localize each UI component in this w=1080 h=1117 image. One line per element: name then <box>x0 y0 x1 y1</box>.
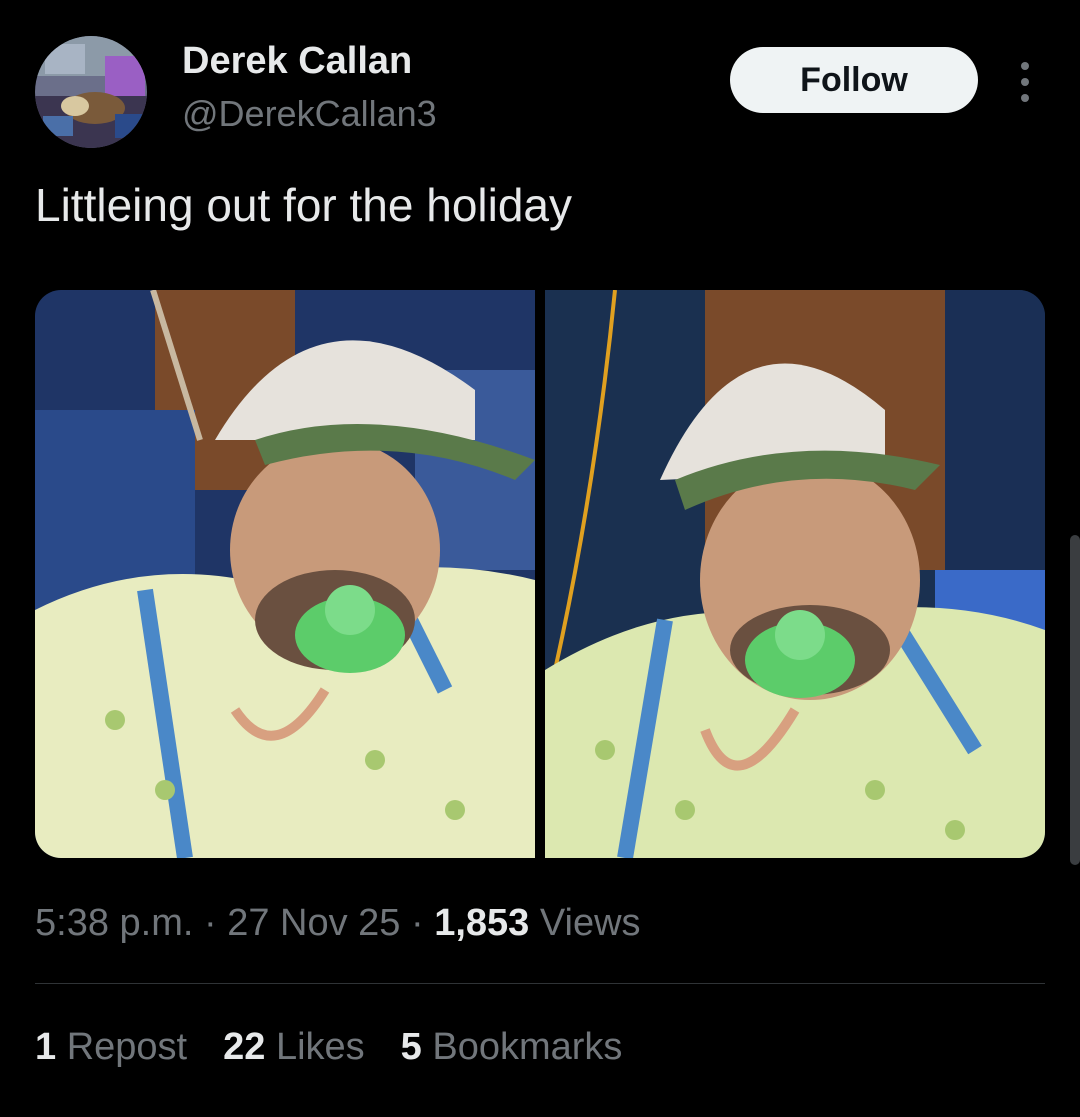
bookmarks-count: 5 <box>400 1026 422 1068</box>
tweet-media <box>35 290 1045 858</box>
likes-stat[interactable]: 22 Likes <box>223 1026 365 1069</box>
scrollbar[interactable] <box>1070 535 1080 865</box>
tweet-metadata: 5:38 p.m. · 27 Nov 25 · 1,853 Views <box>35 902 641 945</box>
views-label: Views <box>529 902 641 944</box>
reposts-label: Repost <box>56 1026 188 1068</box>
views-count: 1,853 <box>434 902 530 944</box>
tweet-stats: 1 Repost 22 Likes 5 Bookmarks <box>35 1026 622 1069</box>
follow-button[interactable]: Follow <box>730 47 978 113</box>
separator: · <box>400 902 435 944</box>
tweet-date[interactable]: 27 Nov 25 <box>227 902 400 944</box>
divider <box>35 983 1045 984</box>
avatar[interactable] <box>35 36 147 148</box>
user-handle[interactable]: @DerekCallan3 <box>182 93 437 135</box>
likes-label: Likes <box>265 1026 365 1068</box>
dot-icon <box>1021 62 1029 70</box>
reposts-stat[interactable]: 1 Repost <box>35 1026 187 1069</box>
dot-icon <box>1021 94 1029 102</box>
reposts-count: 1 <box>35 1026 57 1068</box>
likes-count: 22 <box>223 1026 266 1068</box>
bookmarks-stat[interactable]: 5 Bookmarks <box>401 1026 623 1069</box>
bookmarks-label: Bookmarks <box>421 1026 623 1068</box>
tweet-photo-1[interactable] <box>35 290 535 858</box>
dot-icon <box>1021 78 1029 86</box>
more-vertical-icon[interactable] <box>1010 62 1040 102</box>
tweet-text: Littleing out for the holiday <box>35 179 573 231</box>
tweet-header: Derek Callan @DerekCallan3 Follow <box>35 36 1045 148</box>
tweet-time[interactable]: 5:38 p.m. <box>35 902 193 944</box>
user-name[interactable]: Derek Callan <box>182 40 412 83</box>
tweet-photo-2[interactable] <box>545 290 1045 858</box>
separator: · <box>193 902 228 944</box>
